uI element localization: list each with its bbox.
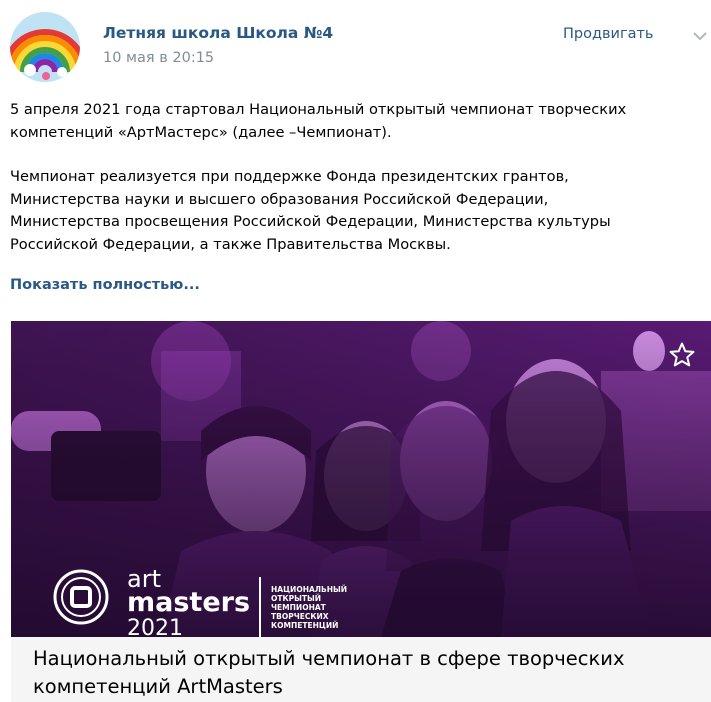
post-text-line: Чемпионат реализуется при поддержке Фонд… bbox=[10, 168, 569, 185]
star-icon[interactable] bbox=[668, 341, 696, 369]
rainbow-avatar-icon bbox=[10, 12, 80, 82]
tagline-line: ЧЕМПИОНАТ bbox=[271, 603, 326, 612]
tagline-line: КОМПЕТЕНЦИЙ bbox=[271, 621, 339, 630]
post-author[interactable]: Летняя школа Школа №4 bbox=[103, 24, 333, 42]
post-header: Летняя школа Школа №4 10 мая в 20:15 Про… bbox=[0, 0, 711, 90]
post-text-line: компетенций «АртМастерс» (далее –Чемпион… bbox=[10, 123, 392, 141]
tagline-line: НАЦИОНАЛЬНЫЙ bbox=[271, 585, 348, 594]
brand-divider bbox=[259, 577, 261, 637]
card-image[interactable]: art masters 2021 НАЦИОНАЛЬНЫЙ ОТКРЫТЫЙ Ч… bbox=[11, 321, 711, 637]
show-more-link[interactable]: Показать полностью... bbox=[10, 277, 200, 293]
post-text-line: 5 апреля 2021 года стартовал Национальны… bbox=[10, 101, 627, 118]
brand-tagline: НАЦИОНАЛЬНЫЙ ОТКРЫТЫЙ ЧЕМПИОНАТ ТВОРЧЕСК… bbox=[271, 585, 411, 630]
post-text-line: Министерства просвещения Российской Феде… bbox=[10, 213, 611, 230]
tagline-line: ОТКРЫТЫЙ bbox=[271, 594, 322, 603]
post-text: 5 апреля 2021 года стартовал Национальны… bbox=[10, 99, 700, 256]
card-title[interactable]: Национальный открытый чемпионат в сфере … bbox=[33, 645, 693, 701]
link-card[interactable]: art masters 2021 НАЦИОНАЛЬНЫЙ ОТКРЫТЫЙ Ч… bbox=[11, 321, 711, 702]
post-text-line: Российской Федерации, а также Правительс… bbox=[10, 235, 451, 253]
post-date[interactable]: 10 мая в 20:15 bbox=[103, 50, 214, 66]
promote-button[interactable]: Продвигать bbox=[563, 26, 653, 42]
chevron-down-icon[interactable] bbox=[692, 30, 708, 42]
brand-masters-text: masters bbox=[127, 587, 251, 618]
tagline-line: ТВОРЧЕСКИХ bbox=[271, 612, 329, 621]
post-text-line: Министерства науки и высшего образования… bbox=[10, 190, 549, 208]
card-caption[interactable]: Национальный открытый чемпионат в сфере … bbox=[11, 637, 711, 702]
card-title-line: компетенций ArtMasters bbox=[33, 675, 283, 698]
card-title-line: Национальный открытый чемпионат в сфере … bbox=[33, 647, 625, 670]
artmasters-logo-icon bbox=[53, 569, 109, 625]
group-avatar[interactable] bbox=[10, 12, 80, 82]
brand-year-text: 2021 bbox=[127, 616, 183, 638]
